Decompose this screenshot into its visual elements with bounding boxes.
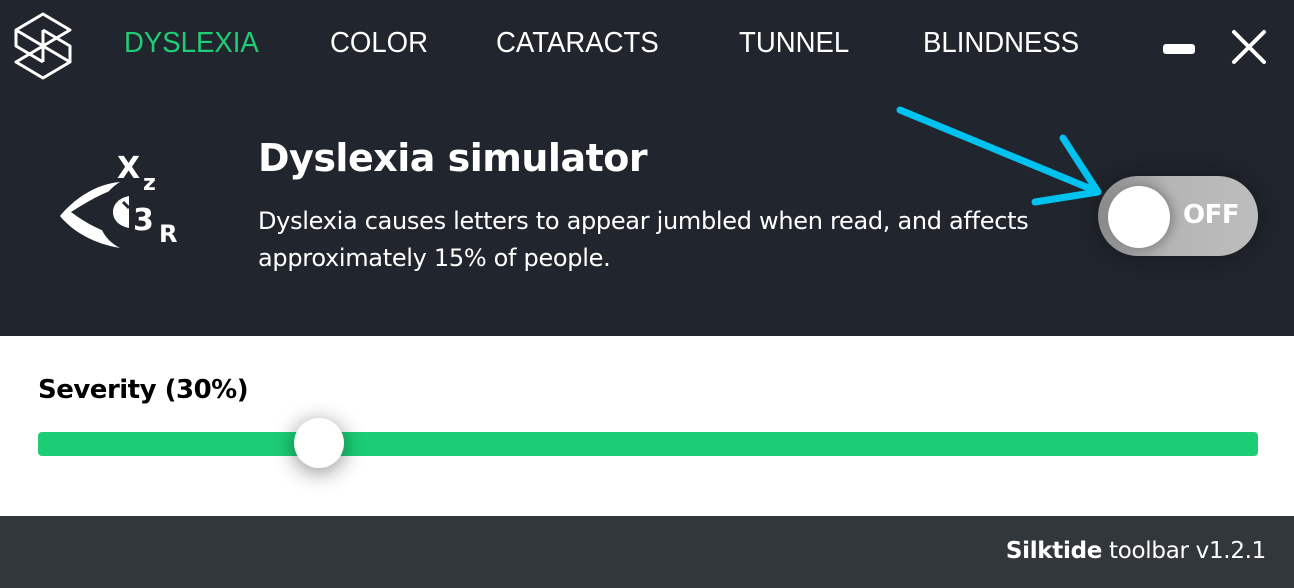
svg-text:z: z: [143, 171, 156, 196]
minimize-icon[interactable]: [1163, 44, 1195, 54]
svg-text:R: R: [159, 220, 177, 248]
footer: Silktide toolbar v1.2.1: [0, 516, 1294, 588]
simulator-description: Dyslexia causes letters to appear jumble…: [258, 207, 1029, 272]
footer-toolbar-version: toolbar v1.2.1: [1109, 538, 1266, 564]
tab-dyslexia[interactable]: DYSLEXIA: [124, 27, 259, 60]
footer-version: Silktide toolbar v1.2.1: [1006, 538, 1266, 564]
toggle-state-label: OFF: [1183, 200, 1240, 230]
close-icon[interactable]: [1230, 28, 1268, 66]
footer-brand: Silktide: [1005, 538, 1103, 564]
tab-tunnel[interactable]: TUNNEL: [739, 27, 849, 60]
toggle-knob: [1108, 186, 1170, 248]
simulator-title: Dyslexia simulator: [258, 136, 648, 180]
svg-text:X: X: [117, 151, 140, 186]
simulator-panel: DYSLEXIA COLOR CATARACTS TUNNEL BLINDNES…: [0, 0, 1294, 336]
dyslexia-eye-icon: X z 3 R: [60, 151, 177, 248]
annotation-arrow-icon: [896, 106, 1102, 206]
svg-text:3: 3: [133, 203, 154, 238]
tab-blindness[interactable]: BLINDNESS: [923, 27, 1079, 60]
tab-cataracts[interactable]: CATARACTS: [496, 27, 659, 60]
severity-label: Severity (30%): [38, 375, 249, 405]
simulator-toggle[interactable]: OFF: [1098, 176, 1258, 256]
severity-slider-track[interactable]: [38, 432, 1258, 456]
severity-slider-thumb[interactable]: [293, 418, 344, 468]
tab-color[interactable]: COLOR: [330, 27, 428, 60]
silktide-logo-icon: [14, 12, 72, 80]
